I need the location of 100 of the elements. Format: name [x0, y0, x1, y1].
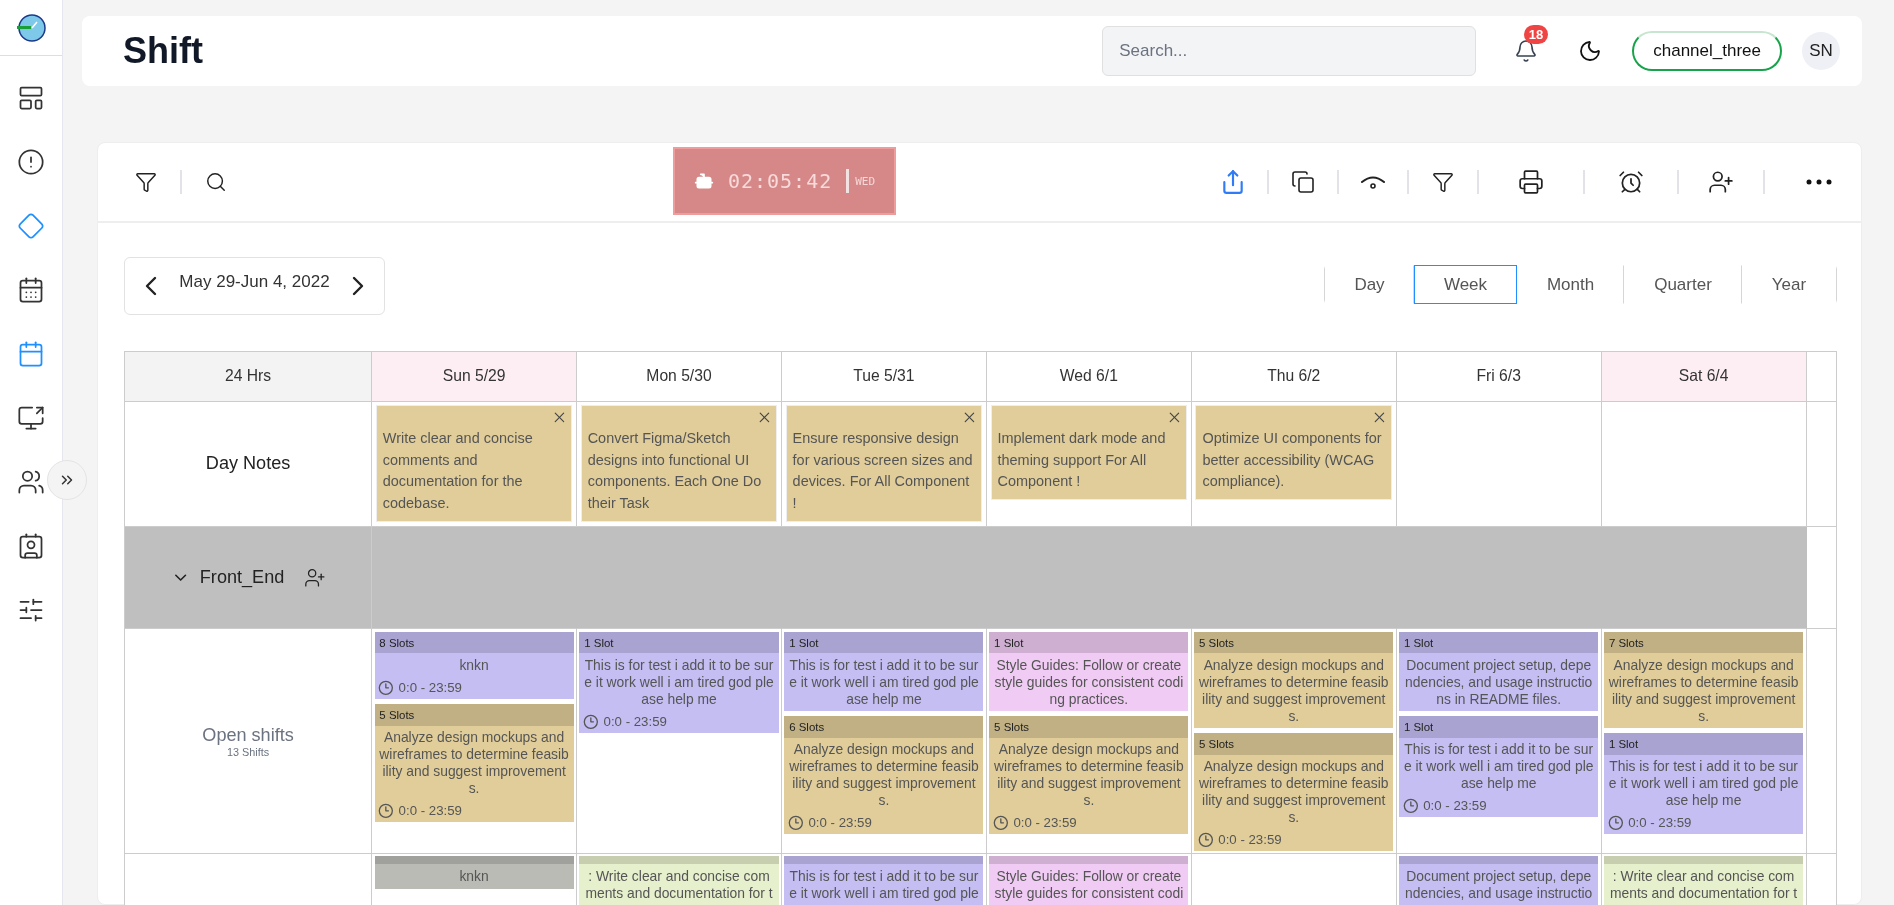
clock-icon [378, 802, 394, 819]
shift-card[interactable]: 1 Slot Document project setup, dependencies, and usage instructions in README files. [1399, 631, 1599, 712]
shift-description: Analyze design mockups and wireframes to determine feasibility and suggest improvements. [378, 728, 570, 798]
shift-description: Analyze design mockups and wireframes to determine feasibility and suggest improvements. [788, 740, 980, 811]
shift-card[interactable]: This is for test i add it to be sure it work well i am tired god ple [784, 856, 984, 905]
clock-icon [378, 680, 394, 696]
shift-description: : Write clear and concise comments and documentation for t [584, 867, 774, 903]
logo-icon [16, 12, 46, 43]
shift-description: Style Guides: Follow or create style guides for consistent codi [993, 867, 1185, 903]
view-tab[interactable]: Quarter [1624, 265, 1742, 304]
shift-card[interactable]: 5 Slots Analyze design mockups and wireframes to determine feasibility and suggest improvements. 0:0 - 23:59 [374, 704, 574, 823]
shift-card[interactable]: 5 Slots Analyze design mockups and wireframes to determine feasibility and suggest improvements. [1194, 631, 1394, 729]
shift-card[interactable]: 5 Slots Analyze design mockups and wireframes to determine feasibility and suggest improvements. 0:0 - 23:59 [989, 716, 1189, 835]
clock-day: WED [855, 174, 876, 188]
clock-icon [1607, 814, 1624, 831]
shift-description: Document project setup, dependencies, and usage instructions in README files. [1404, 656, 1594, 709]
shift-time: 0:0 - 23:59 [1218, 832, 1282, 848]
slot-count: 5 Slots [1199, 636, 1234, 649]
user-plus-icon[interactable] [303, 566, 326, 589]
slot-count: 1 Slot [1608, 737, 1639, 750]
shift-description: Document project setup, dependencies, and usage instructio [1404, 867, 1594, 903]
shift-card[interactable]: Style Guides: Follow or create style guides for consistent codi [989, 856, 1189, 905]
day-header: Mon 5/30 [577, 352, 782, 402]
filter-icon [1432, 171, 1454, 193]
calendar-icon [17, 340, 45, 368]
signal-icon [1360, 175, 1386, 189]
shift-description: Analyze design mockups and wireframes to determine feasibility and suggest improvements. [1198, 656, 1390, 726]
shift-card[interactable]: 8 Slots knkn 0:0 - 23:59 [374, 631, 574, 700]
note-text: Optimize UI components for better accessibility (WCAG compliance). [1202, 429, 1382, 490]
shift-card[interactable]: 7 Slots Analyze design mockups and wireframes to determine feasibility and suggest improvements. [1604, 631, 1804, 729]
sliders-icon [17, 596, 45, 624]
search-icon [205, 171, 227, 193]
shift-card[interactable]: : Write clear and concise comments and documentation for t [579, 856, 779, 905]
view-tab[interactable]: Year [1742, 265, 1836, 304]
shift-card[interactable]: Document project setup, dependencies, and usage instructio [1399, 856, 1599, 905]
shift-card[interactable]: : Write clear and concise comments and documentation for t [1604, 856, 1804, 905]
row-label: Day Notes [205, 453, 291, 475]
clock-icon [583, 713, 599, 730]
view-tab[interactable]: Day [1325, 265, 1414, 304]
contact-list-icon [17, 532, 45, 560]
slot-count: 1 Slot [584, 636, 614, 649]
slot-count: 1 Slot [994, 636, 1024, 649]
group-name: Front_End [199, 567, 285, 589]
shift-time: 0:0 - 23:59 [398, 803, 462, 819]
shift-card[interactable]: 1 Slot This is for test i add it to be sure it work well i am tired god please help me 0:0 - 23:59 [1604, 733, 1804, 835]
shift-card[interactable]: 1 Slot This is for test i add it to be sure it work well i am tired god please help me [784, 631, 984, 712]
channel-button[interactable]: channel_three [1632, 31, 1782, 71]
shift-card[interactable]: 1 Slot This is for test i add it to be sure it work well i am tired god please help me 0:0 - 23:59 [1399, 716, 1599, 818]
shift-count: 13 Shifts [227, 745, 270, 758]
page-title: Shift [123, 30, 204, 72]
people-icon [17, 468, 45, 496]
day-header: Wed 6/1 [986, 352, 1192, 402]
note-text: Write clear and concise comments and documentation for the codebase. [382, 429, 533, 511]
screen-share-icon [17, 404, 45, 432]
slot-count: 5 Slots [994, 721, 1030, 733]
slot-count: 1 Slot [1403, 721, 1434, 733]
shift-description: knkn [458, 867, 490, 887]
moon-icon [1578, 39, 1603, 63]
slot-count: 8 Slots [379, 636, 415, 649]
user-plus-icon [1708, 169, 1734, 195]
shift-description: This is for test i add it to be sure it work well i am tired god please help me [1402, 740, 1595, 794]
search-field[interactable]: Search... [1102, 26, 1477, 76]
shift-card[interactable]: 1 Slot This is for test i add it to be sure it work well i am tired god please help me 0:0 - 23:59 [579, 631, 779, 733]
shift-time: 0:0 - 23:59 [1423, 798, 1487, 814]
slot-count: 1 Slot [1403, 636, 1434, 649]
clock-time: 02:05:42 [727, 169, 833, 193]
slot-count: 7 Slots [1608, 636, 1644, 649]
copy-icon [1291, 170, 1315, 194]
shift-description: This is for test i add it to be sure it work well i am tired god ple [788, 867, 980, 903]
alarm-clock-icon [1618, 169, 1644, 195]
notification-badge: 18 [1523, 25, 1549, 44]
shift-description: Style Guides: Follow or create style guides for consistent coding practices. [993, 656, 1185, 709]
shift-description: Analyze design mockups and wireframes to determine feasibility and suggest improvements. [1607, 656, 1800, 726]
shift-time: 0:0 - 23:59 [603, 714, 667, 730]
view-tab[interactable]: Month [1517, 265, 1624, 304]
shift-card[interactable]: 6 Slots Analyze design mockups and wireframes to determine feasibility and suggest improvements. 0:0 - 23:59 [784, 716, 984, 835]
note-text: Ensure responsive design for various screen sizes and devices. For All Component ! [792, 429, 973, 511]
row-label: Open shifts [202, 724, 294, 746]
shift-card[interactable]: knkn [374, 856, 574, 889]
shift-card[interactable]: 1 Slot Style Guides: Follow or create style guides for consistent coding practices. [989, 631, 1189, 712]
shift-description: : Write clear and concise comments and documentation for t [1609, 867, 1799, 903]
slot-count: 5 Slots [379, 708, 415, 721]
day-header: Sun 5/29 [372, 352, 578, 402]
layout-icon [17, 84, 45, 112]
shift-time: 0:0 - 23:59 [1013, 815, 1077, 831]
shift-description: knkn [458, 656, 490, 676]
shift-time: 0:0 - 23:59 [808, 815, 872, 831]
share-icon [1220, 169, 1246, 195]
clock-icon [1197, 831, 1214, 848]
alert-icon [17, 148, 45, 176]
shift-description: This is for test i add it to be sure it work well i am tired god please help me [1607, 757, 1800, 811]
user-avatar[interactable]: SN [1802, 32, 1840, 70]
note-text: Convert Figma/Sketch designs into functional UI components. Each One Do their Task [587, 429, 762, 511]
shift-card[interactable]: 5 Slots Analyze design mockups and wireframes to determine feasibility and suggest improvements. 0:0 - 23:59 [1194, 733, 1394, 852]
diamond-icon [17, 212, 45, 240]
view-tab[interactable]: Week [1414, 265, 1517, 304]
shift-time: 0:0 - 23:59 [1628, 815, 1692, 831]
slot-count: 5 Slots [1199, 737, 1234, 750]
day-header: Fri 6/3 [1396, 352, 1602, 402]
bell-icon [1514, 39, 1539, 63]
